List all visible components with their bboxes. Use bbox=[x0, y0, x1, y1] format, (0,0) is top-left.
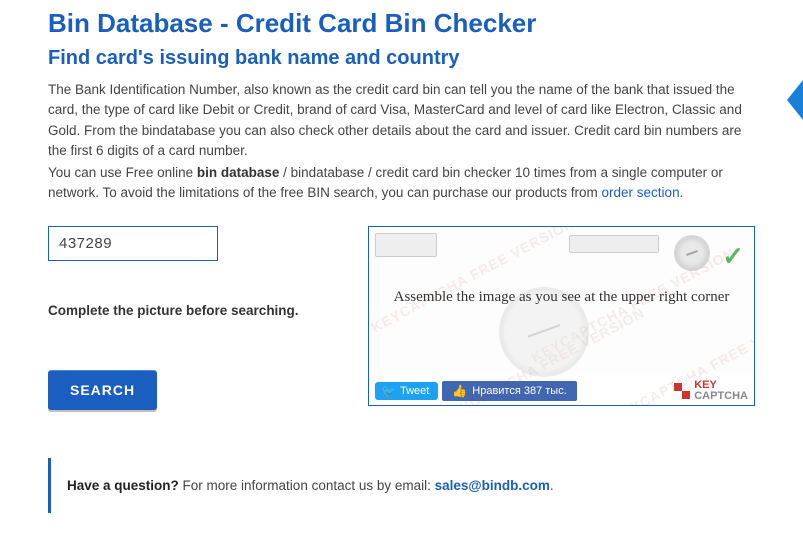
kc-logo-bottom: CAPTCHA bbox=[694, 391, 748, 402]
tweet-label: Tweet bbox=[400, 385, 429, 397]
facebook-like-button[interactable]: 👍 Нравится 387 тыс. bbox=[442, 381, 576, 401]
captcha-bottom-bar: 🐦 Tweet 👍 Нравится 387 тыс. KEY CAPTCHA bbox=[369, 375, 754, 406]
question-callout: Have a question? For more information co… bbox=[48, 458, 755, 513]
intro-text: . bbox=[680, 185, 684, 200]
search-form-area: Complete the picture before searching. S… bbox=[48, 226, 755, 410]
keycaptcha-logo[interactable]: KEY CAPTCHA bbox=[674, 380, 748, 402]
bin-input[interactable] bbox=[48, 226, 218, 261]
intro-paragraph-1: The Bank Identification Number, also kno… bbox=[48, 80, 755, 161]
captcha-widget: KEYCAPTCHA FREE VERSION KEYCAPTCHA FREE … bbox=[368, 226, 755, 406]
captcha-stage[interactable]: KEYCAPTCHA FREE VERSION KEYCAPTCHA FREE … bbox=[369, 227, 754, 375]
captcha-assemble-text: Assemble the image as you see at the upp… bbox=[369, 289, 754, 306]
main-content: Bin Database - Credit Card Bin Checker F… bbox=[0, 0, 803, 533]
tweet-button[interactable]: 🐦 Tweet bbox=[375, 382, 438, 400]
question-text: For more information contact us by email… bbox=[179, 478, 435, 493]
captcha-piece[interactable] bbox=[375, 233, 437, 257]
keycaptcha-mark-icon bbox=[674, 383, 690, 399]
page-subtitle: Find card's issuing bank name and countr… bbox=[48, 47, 755, 70]
thumb-icon: 👍 bbox=[452, 384, 467, 398]
captcha-piece[interactable] bbox=[569, 235, 659, 253]
twitter-icon: 🐦 bbox=[381, 385, 396, 397]
checkmark-icon: ✓ bbox=[722, 241, 744, 272]
fb-like-label: Нравится 387 тыс. bbox=[472, 385, 567, 397]
question-lead: Have a question? bbox=[67, 478, 179, 493]
page-title: Bin Database - Credit Card Bin Checker bbox=[48, 8, 755, 39]
search-button[interactable]: SEARCH bbox=[48, 370, 157, 410]
contact-email-link[interactable]: sales@bindb.com bbox=[435, 478, 550, 493]
kc-logo-top: KEY bbox=[694, 380, 748, 391]
form-left-column: Complete the picture before searching. S… bbox=[48, 226, 368, 410]
question-tail: . bbox=[550, 478, 554, 493]
bin-database-strong: bin database bbox=[197, 165, 280, 180]
order-section-link[interactable]: order section bbox=[602, 185, 680, 200]
captcha-instruction-text: Complete the picture before searching. bbox=[48, 303, 368, 318]
intro-text: You can use Free online bbox=[48, 165, 197, 180]
intro-paragraph-2: You can use Free online bin database / b… bbox=[48, 163, 755, 204]
watch-icon bbox=[674, 235, 710, 271]
